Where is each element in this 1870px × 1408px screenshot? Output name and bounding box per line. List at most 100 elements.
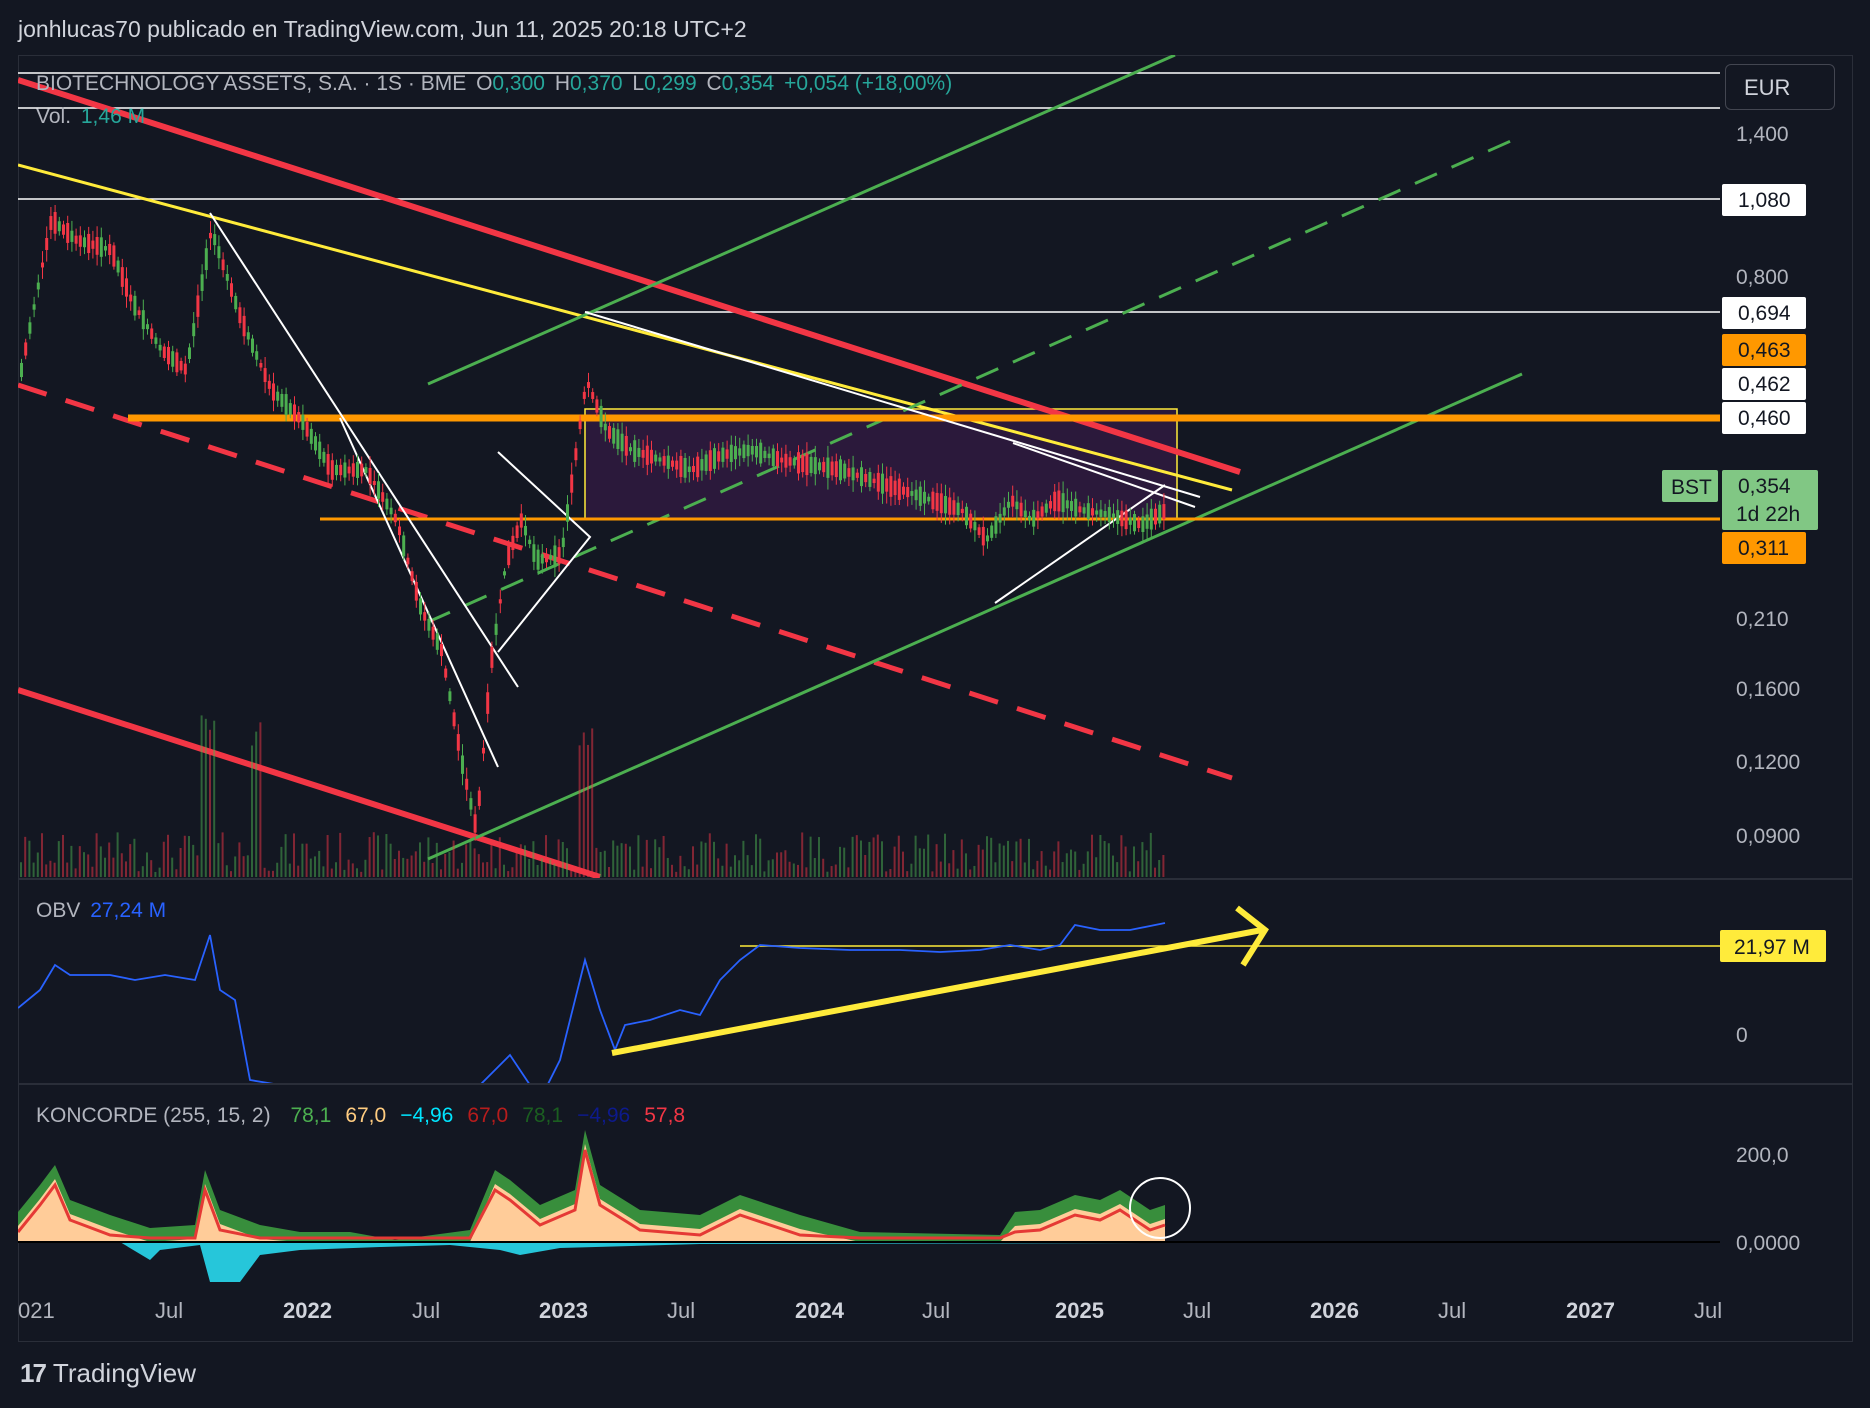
candle-body <box>200 274 204 291</box>
volume-bar <box>830 866 833 877</box>
candle-body <box>448 691 452 702</box>
volume-bar <box>561 841 564 877</box>
candle-body <box>78 235 82 247</box>
chart-canvas[interactable]: 1,400 1,080 0,800 0,694 0,463 0,462 0,46… <box>0 0 1870 1408</box>
green-channel-upper[interactable] <box>427 55 1176 386</box>
candle-body <box>893 480 897 496</box>
candle-body <box>759 442 763 464</box>
candle-body <box>385 498 389 510</box>
candle-body <box>1091 508 1094 516</box>
candle-body <box>641 449 645 458</box>
candle-body <box>347 466 351 474</box>
candle-body <box>213 234 217 246</box>
tradingview-logo[interactable]: 17 TradingView <box>20 1358 196 1389</box>
candle-body <box>87 233 91 254</box>
candle-body <box>1145 514 1149 529</box>
candle-body <box>603 423 607 431</box>
volume-bar <box>1137 861 1140 877</box>
candle-body <box>377 481 380 499</box>
white-triangle-1[interactable] <box>497 451 592 653</box>
symbol-legend[interactable]: BIOTECHNOLOGY ASSETS, S.A. · 1S · BME O0… <box>36 72 956 96</box>
candle-body <box>582 391 586 399</box>
white-trendline-1[interactable] <box>209 212 519 688</box>
volume-bar <box>473 848 476 877</box>
volume-legend[interactable]: Vol. 1,46 M <box>36 105 149 129</box>
candle-body <box>734 446 737 460</box>
candle-body <box>826 457 830 478</box>
candle-body <box>360 463 364 477</box>
volume-bar <box>398 850 400 877</box>
volume-bar <box>28 840 31 877</box>
red-channel-lower[interactable] <box>18 687 601 878</box>
obv-axis[interactable]: 21,97 M 0 <box>1720 930 1826 1047</box>
green-channel-mid[interactable] <box>427 134 1523 624</box>
volume-bar <box>347 859 350 877</box>
time-axis-label: 2027 <box>1566 1298 1615 1323</box>
volume-bar <box>456 868 459 877</box>
tradingview-logo-icon: 17 <box>20 1358 47 1388</box>
candle-body <box>49 216 53 230</box>
koncorde-value: 78,1 <box>522 1104 564 1127</box>
volume-bar <box>540 858 543 877</box>
price-axis[interactable]: 1,400 1,080 0,800 0,694 0,463 0,462 0,46… <box>1662 123 1818 848</box>
volume-bar <box>259 722 262 877</box>
volume-bar <box>671 864 673 877</box>
candle-body <box>225 274 229 281</box>
volume-bar <box>339 832 342 877</box>
obv-pane[interactable] <box>18 905 1720 1090</box>
volume-bar <box>158 867 161 877</box>
volume-bar <box>574 866 577 877</box>
price-badge-label: 0,463 <box>1738 339 1791 362</box>
candle-body <box>482 747 485 754</box>
candle-body <box>1019 502 1023 517</box>
candle-body <box>574 448 578 461</box>
volume-bar <box>679 855 682 877</box>
volume-bar <box>889 869 892 877</box>
candle-body <box>683 458 687 478</box>
obv-axis-zero: 0 <box>1736 1024 1748 1047</box>
volume-bar <box>225 865 228 877</box>
candle-body <box>108 243 112 256</box>
candle-body <box>524 525 527 536</box>
obv-line[interactable] <box>18 922 1166 1090</box>
volume-bar <box>343 869 346 877</box>
volume-bar <box>57 841 60 877</box>
volume-bar <box>1028 838 1030 877</box>
candle-body <box>822 461 826 473</box>
volume-bar <box>1120 835 1123 877</box>
volume-bar <box>818 837 820 877</box>
candle-body <box>251 338 254 353</box>
volume-bar <box>876 834 879 877</box>
volume-bar <box>1074 851 1077 877</box>
currency-selector[interactable]: EUR <box>1725 64 1835 110</box>
candle-body <box>116 260 120 273</box>
price-pane[interactable] <box>18 55 1720 878</box>
obv-arrow-shaft[interactable] <box>611 927 1263 1056</box>
candle-body <box>95 236 99 255</box>
volume-bar <box>511 867 514 877</box>
obv-legend[interactable]: OBV 27,24 M <box>36 899 170 923</box>
candle-body <box>83 237 86 248</box>
candle-body <box>612 427 616 444</box>
candle-body <box>519 513 523 528</box>
candle-body <box>1032 509 1036 527</box>
volume-bar <box>629 846 631 877</box>
volume-bar <box>1057 841 1060 877</box>
white-trendline-2[interactable] <box>339 417 499 768</box>
volume-bar <box>1141 842 1144 877</box>
time-axis[interactable]: 021 Jul 2022 Jul 2023 Jul 2024 Jul 2025 Jul 2026 Ju… <box>18 1298 1722 1323</box>
candle-body <box>570 474 574 493</box>
candle-body <box>851 467 855 481</box>
koncorde-axis[interactable]: 200,0 0,0000 <box>1736 1144 1800 1255</box>
volume-bar <box>1107 843 1110 877</box>
koncorde-pane[interactable] <box>18 1130 1720 1282</box>
candle-body <box>944 496 947 514</box>
candle-body <box>1011 495 1015 507</box>
time-axis-label: Jul <box>922 1298 950 1323</box>
volume-bar <box>49 860 52 877</box>
koncorde-legend[interactable]: KONCORDE (255, 15, 2) 78,1 67,0 −4,96 67,0 7… <box>36 1104 693 1128</box>
volume-bar <box>242 856 245 877</box>
obv-value: 27,24 M <box>90 899 167 922</box>
volume-bar <box>91 866 94 877</box>
volume-bar <box>973 865 976 877</box>
